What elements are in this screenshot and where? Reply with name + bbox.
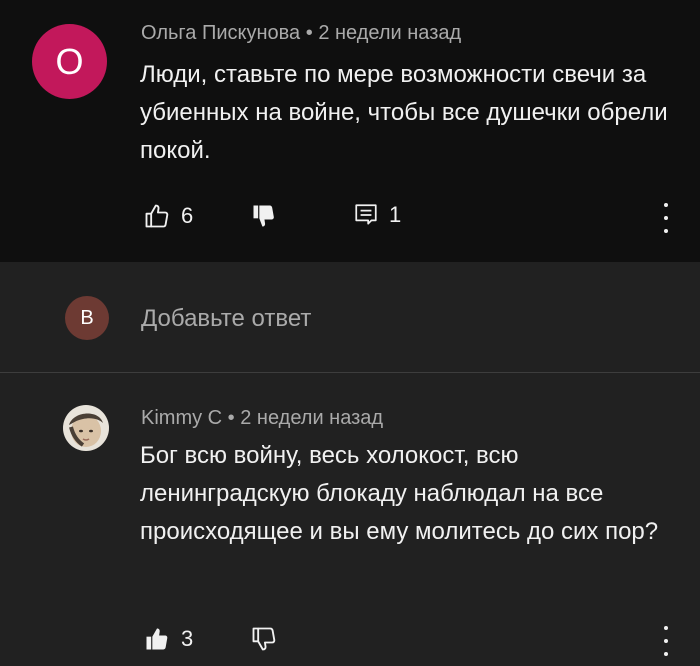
avatar-letter: B	[80, 306, 94, 329]
like-button[interactable]: 3	[143, 625, 193, 653]
avatar[interactable]	[63, 405, 109, 451]
thumbs-up-icon	[143, 625, 171, 653]
comment-meta: Kimmy C • 2 недели назад	[141, 407, 383, 430]
meta-separator: •	[227, 407, 235, 429]
reply-count: 1	[389, 202, 402, 227]
comment-text: Люди, ставьте по мере возможности свечи …	[140, 61, 668, 164]
dislike-button[interactable]	[250, 202, 278, 230]
thumbs-down-icon	[250, 202, 278, 230]
avatar-letter: О	[55, 40, 84, 82]
comment-author[interactable]: Kimmy C	[141, 407, 222, 429]
comment-meta: Ольга Пискунова • 2 недели назад	[141, 22, 461, 45]
comment-thread-top: О Ольга Пискунова • 2 недели назад Люди,…	[0, 0, 700, 262]
reply-button[interactable]: 1	[353, 202, 401, 228]
reply-input[interactable]: Добавьте ответ	[141, 305, 311, 333]
like-count: 3	[181, 626, 194, 651]
thumbs-up-icon	[143, 202, 171, 230]
avatar-photo-icon	[63, 405, 109, 451]
user-avatar[interactable]: B	[65, 296, 109, 340]
comment-author[interactable]: Ольга Пискунова	[141, 22, 300, 44]
more-vertical-icon[interactable]	[656, 203, 676, 233]
comment-icon	[353, 202, 379, 228]
comment-time: 2 недели назад	[318, 22, 462, 44]
like-count: 6	[181, 203, 194, 228]
meta-separator: •	[305, 22, 313, 44]
comment-text: Бог всю войну, весь холокост, всю ленинг…	[140, 442, 659, 545]
comment-time: 2 недели назад	[240, 407, 384, 429]
more-vertical-icon[interactable]	[656, 626, 676, 656]
thumbs-down-icon	[250, 625, 278, 653]
dislike-button[interactable]	[250, 625, 278, 653]
avatar[interactable]: О	[32, 24, 107, 99]
like-button[interactable]: 6	[143, 202, 193, 230]
